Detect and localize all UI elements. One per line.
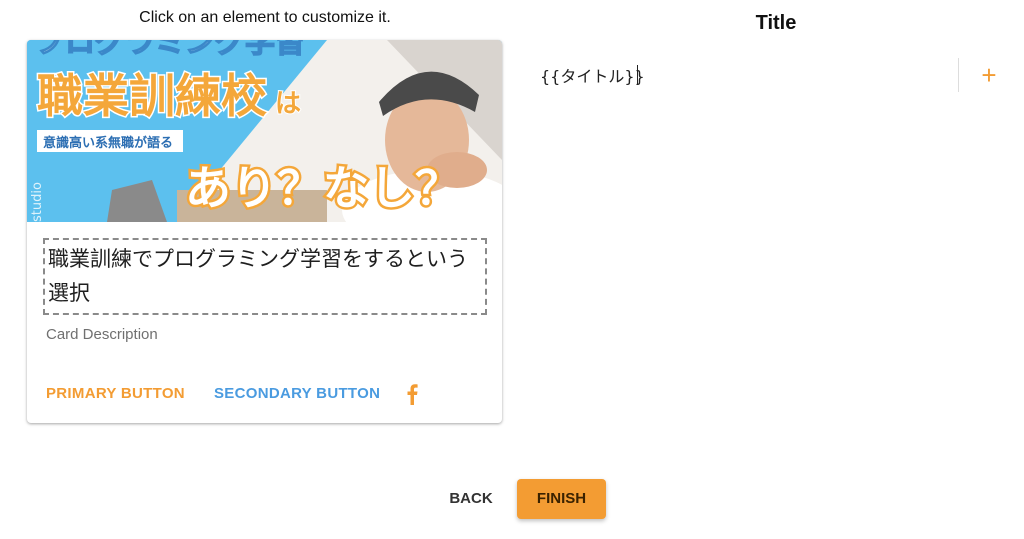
back-button[interactable]: BACK [436,483,506,515]
secondary-button[interactable]: SECONDARY BUTTON [214,385,380,402]
image-studio-label: studio [30,182,45,222]
image-headline-suffix: は [275,89,301,119]
customize-hint: Click on an element to customize it. [139,9,391,26]
panel-title: Title [755,12,797,34]
primary-button[interactable]: PRIMARY BUTTON [46,385,185,402]
card-preview: プログラミング学習 職業訓練校 は 意識高い系無職が語る あり？なし？ stud… [27,40,502,423]
card-title[interactable]: 職業訓練でプログラミング学習をするという選択 [43,238,487,315]
card-description[interactable]: Card Description [46,326,158,343]
image-top-banner: プログラミング学習 [35,40,305,60]
finish-button[interactable]: FINISH [517,479,606,519]
image-tag: 意識高い系無職が語る [43,135,173,151]
facebook-icon[interactable] [405,383,419,405]
image-headline: 職業訓練校 [37,69,267,123]
input-divider [958,58,959,92]
thumbnail-illustration: プログラミング学習 職業訓練校 は 意識高い系無職が語る あり？なし？ stud… [27,40,502,222]
card-image[interactable]: プログラミング学習 職業訓練校 は 意識高い系無職が語る あり？なし？ stud… [27,40,502,222]
image-big-text: あり？なし？ [185,161,461,215]
text-caret [637,65,638,85]
card-actions: PRIMARY BUTTON SECONDARY BUTTON [27,380,502,410]
add-icon[interactable]: + [977,62,1001,88]
title-input[interactable] [540,62,945,88]
